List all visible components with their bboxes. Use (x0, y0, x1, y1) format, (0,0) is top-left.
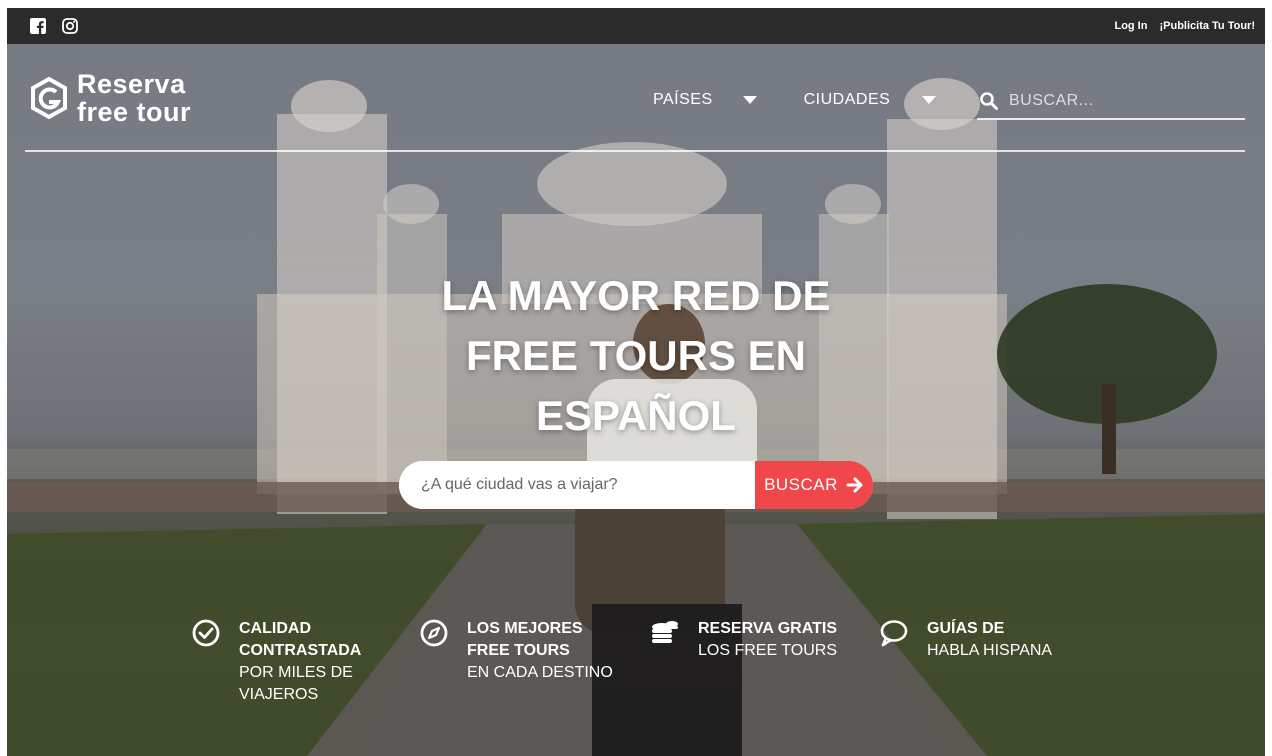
feature-spanish-guides-bold-1: GUÍAS DE (927, 620, 1005, 637)
logo-text-line1: Reserva (77, 69, 186, 99)
nav-ciudades-label: CIUDADES (803, 91, 891, 108)
header-search-input[interactable] (1007, 91, 1211, 111)
login-link[interactable]: Log In (1114, 20, 1147, 32)
feature-spanish-guides-text-1: HABLA HISPANA (927, 642, 1053, 659)
chat-bubble-icon (880, 620, 908, 647)
top-links: Log In ¡Publicita Tu Tour! (1114, 20, 1255, 32)
social-links (29, 17, 79, 35)
city-search-form: BUSCAR (399, 461, 873, 509)
search-icon[interactable] (979, 91, 999, 111)
caret-down-icon (922, 96, 937, 104)
nav-paises-label: PAÍSES (653, 91, 713, 108)
arrow-right-icon (846, 477, 863, 493)
check-circle-icon (192, 619, 220, 647)
feature-best-tours-bold-2: FREE TOURS (467, 642, 570, 659)
feature-free-booking: RESERVA GRATIS LOS FREE TOURS (650, 618, 837, 662)
header-divider (25, 150, 1245, 152)
headline-line-2: FREE TOURS EN (466, 332, 806, 379)
facebook-icon[interactable] (29, 17, 47, 35)
feature-quality-bold-2: CONTRASTADA (239, 642, 362, 659)
feature-spanish-guides: GUÍAS DE HABLA HISPANA (879, 618, 1052, 662)
headline-line-1: LA MAYOR RED DE (441, 272, 831, 319)
hero-headline: LA MAYOR RED DE FREE TOURS EN ESPAÑOL (7, 266, 1265, 446)
feature-best-tours: LOS MEJORES FREE TOURS EN CADA DESTINO (419, 618, 613, 684)
feature-best-tours-text-1: EN CADA DESTINO (467, 664, 613, 681)
logo-text-line2: free tour (77, 97, 192, 127)
nav-paises-dropdown[interactable]: PAÍSES (653, 91, 757, 109)
logo-icon (31, 76, 67, 120)
feature-free-booking-text-1: LOS FREE TOURS (698, 642, 837, 659)
feature-quality-bold-1: CALIDAD (239, 620, 311, 637)
headline-line-3: ESPAÑOL (536, 392, 736, 439)
feature-free-booking-bold-1: RESERVA GRATIS (698, 620, 837, 637)
main-nav: PAÍSES CIUDADES (653, 91, 983, 109)
feature-quality-text-2: VIAJEROS (239, 686, 319, 703)
nav-ciudades-dropdown[interactable]: CIUDADES (804, 91, 937, 109)
city-search-input[interactable] (399, 461, 755, 509)
compass-icon (420, 619, 448, 647)
search-button[interactable]: BUSCAR (755, 461, 873, 509)
features-row: CALIDAD CONTRASTADA POR MILES DE VIAJERO… (191, 618, 1091, 728)
feature-quality-text-1: POR MILES DE (239, 664, 353, 681)
caret-down-icon (742, 96, 757, 104)
feature-best-tours-bold-1: LOS MEJORES (467, 620, 583, 637)
advertise-tour-link[interactable]: ¡Publicita Tu Tour! (1159, 20, 1255, 32)
feature-quality: CALIDAD CONTRASTADA POR MILES DE VIAJERO… (191, 618, 361, 706)
site-logo[interactable]: Reserva free tour (27, 70, 191, 126)
page: Log In ¡Publicita Tu Tour! Reserva free … (7, 8, 1265, 756)
top-bar: Log In ¡Publicita Tu Tour! (7, 8, 1265, 44)
search-button-label: BUSCAR (764, 475, 838, 494)
hero-section: Reserva free tour PAÍSES CIUDADES BUSCAR… (7, 44, 1265, 756)
coins-icon (652, 621, 678, 643)
header-search (977, 84, 1245, 120)
instagram-icon[interactable] (61, 17, 79, 35)
